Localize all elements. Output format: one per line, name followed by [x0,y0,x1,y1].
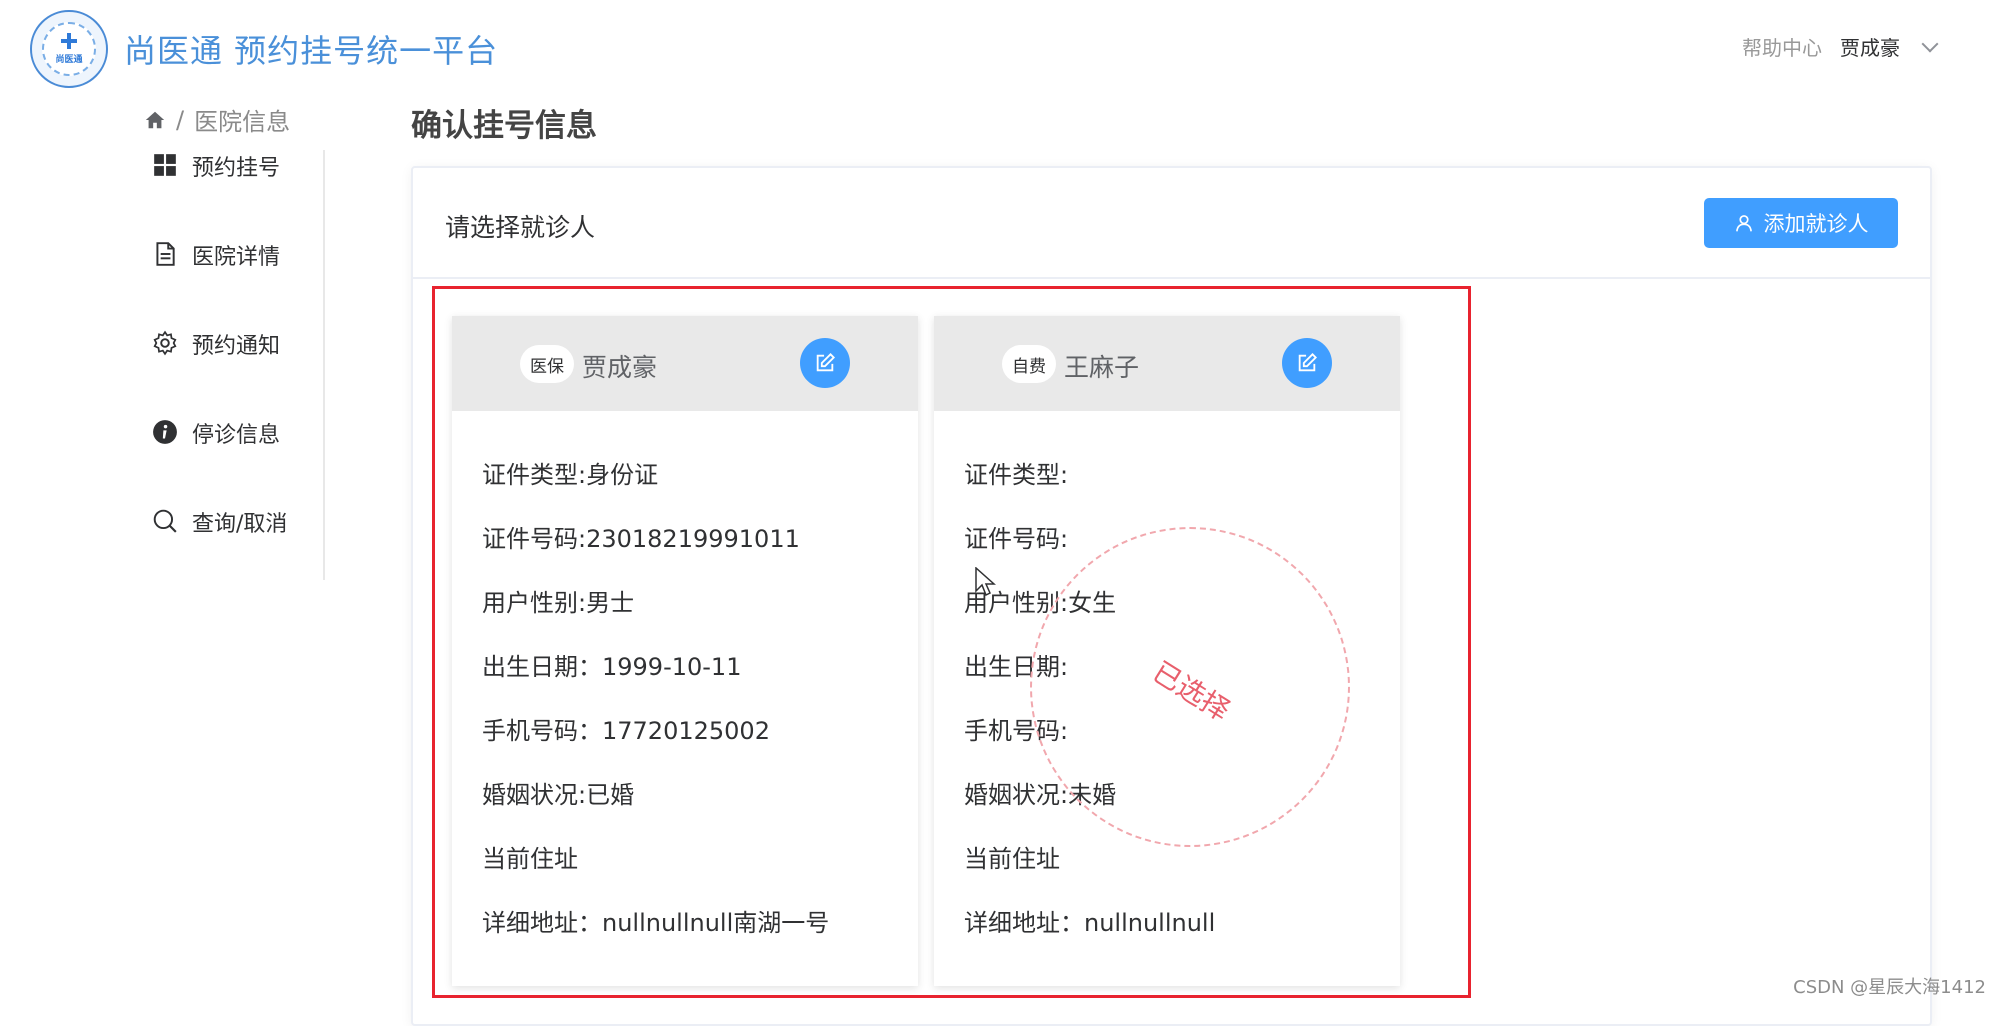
current-address: 当前住址 [964,839,1400,903]
edit-icon [814,352,836,374]
sidebar-item-query-cancel[interactable]: 查询/取消 [150,506,323,595]
breadcrumb: / 医院信息 [144,102,290,137]
edit-icon [1296,352,1318,374]
gender: 用户性别:男士 [482,583,918,647]
insurance-tag: 自费 [1002,345,1056,383]
patient-card[interactable]: 医保 贾成豪 证件类型:身份证 证件号码:23018219991011 用户性别… [452,316,918,986]
brand-title[interactable]: 尚医通 预约挂号统一平台 [124,26,498,72]
id-type: 证件类型: [964,455,1400,519]
birth-date: 出生日期：1999-10-11 [482,647,918,711]
gear-icon [152,330,178,356]
medical-cross-icon [61,33,77,49]
patient-name: 贾成豪 [582,348,657,384]
sidebar-item-stop-info[interactable]: 停诊信息 [150,417,323,506]
sidebar-item-appointment[interactable]: 预约挂号 [150,150,323,239]
sidebar-item-hospital-detail[interactable]: 医院详情 [150,239,323,328]
detail-address: 详细地址：nullnullnull [964,903,1400,967]
add-patient-label: 添加就诊人 [1764,208,1869,238]
edit-patient-button[interactable] [1282,338,1332,388]
watermark: CSDN @星辰大海1412 [1793,973,1986,999]
breadcrumb-separator: / [176,106,184,134]
detail-address: 详细地址：nullnullnull南湖一号 [482,903,918,967]
phone-number: 手机号码：17720125002 [482,711,918,775]
id-number: 证件号码:23018219991011 [482,519,918,583]
edit-patient-button[interactable] [800,338,850,388]
mouse-cursor-icon [975,567,997,597]
chevron-down-icon[interactable] [1922,35,1939,52]
patient-card-body: 证件类型:身份证 证件号码:23018219991011 用户性别:男士 出生日… [452,411,918,967]
current-address: 当前住址 [482,839,918,903]
sidebar-item-label: 预约挂号 [192,150,280,182]
search-icon [152,508,178,534]
id-type: 证件类型:身份证 [482,455,918,519]
patient-card-header: 自费 王麻子 [934,316,1400,411]
breadcrumb-current[interactable]: 医院信息 [194,102,290,137]
sidebar-item-notice[interactable]: 预约通知 [150,328,323,417]
header-right: 帮助中心 贾成豪 [1742,32,1936,61]
insurance-tag: 医保 [520,345,574,383]
page-title: 确认挂号信息 [411,100,597,145]
header: 尚医通 尚医通 预约挂号统一平台 帮助中心 贾成豪 [0,0,1996,96]
user-icon [1734,213,1754,233]
sidebar-item-label: 预约通知 [192,328,280,360]
logo[interactable]: 尚医通 [30,10,108,88]
info-icon [152,419,178,445]
grid-icon [152,152,178,178]
sidebar: 预约挂号 医院详情 预约通知 停诊信息 查询/取消 [150,150,325,580]
marital-status: 婚姻状况:已婚 [482,775,918,839]
sidebar-item-label: 查询/取消 [192,506,287,538]
document-icon [152,241,178,267]
help-center-link[interactable]: 帮助中心 [1742,32,1822,61]
sidebar-item-label: 停诊信息 [192,417,280,449]
panel-header: 请选择就诊人 添加就诊人 [413,168,1930,279]
patient-card-header: 医保 贾成豪 [452,316,918,411]
home-icon[interactable] [144,109,166,131]
user-name[interactable]: 贾成豪 [1840,32,1900,61]
logo-text: 尚医通 [55,52,82,65]
logo-emblem: 尚医通 [42,22,96,76]
patient-name: 王麻子 [1064,348,1139,384]
add-patient-button[interactable]: 添加就诊人 [1704,198,1898,248]
panel-title: 请选择就诊人 [445,208,595,244]
sidebar-item-label: 医院详情 [192,239,280,271]
